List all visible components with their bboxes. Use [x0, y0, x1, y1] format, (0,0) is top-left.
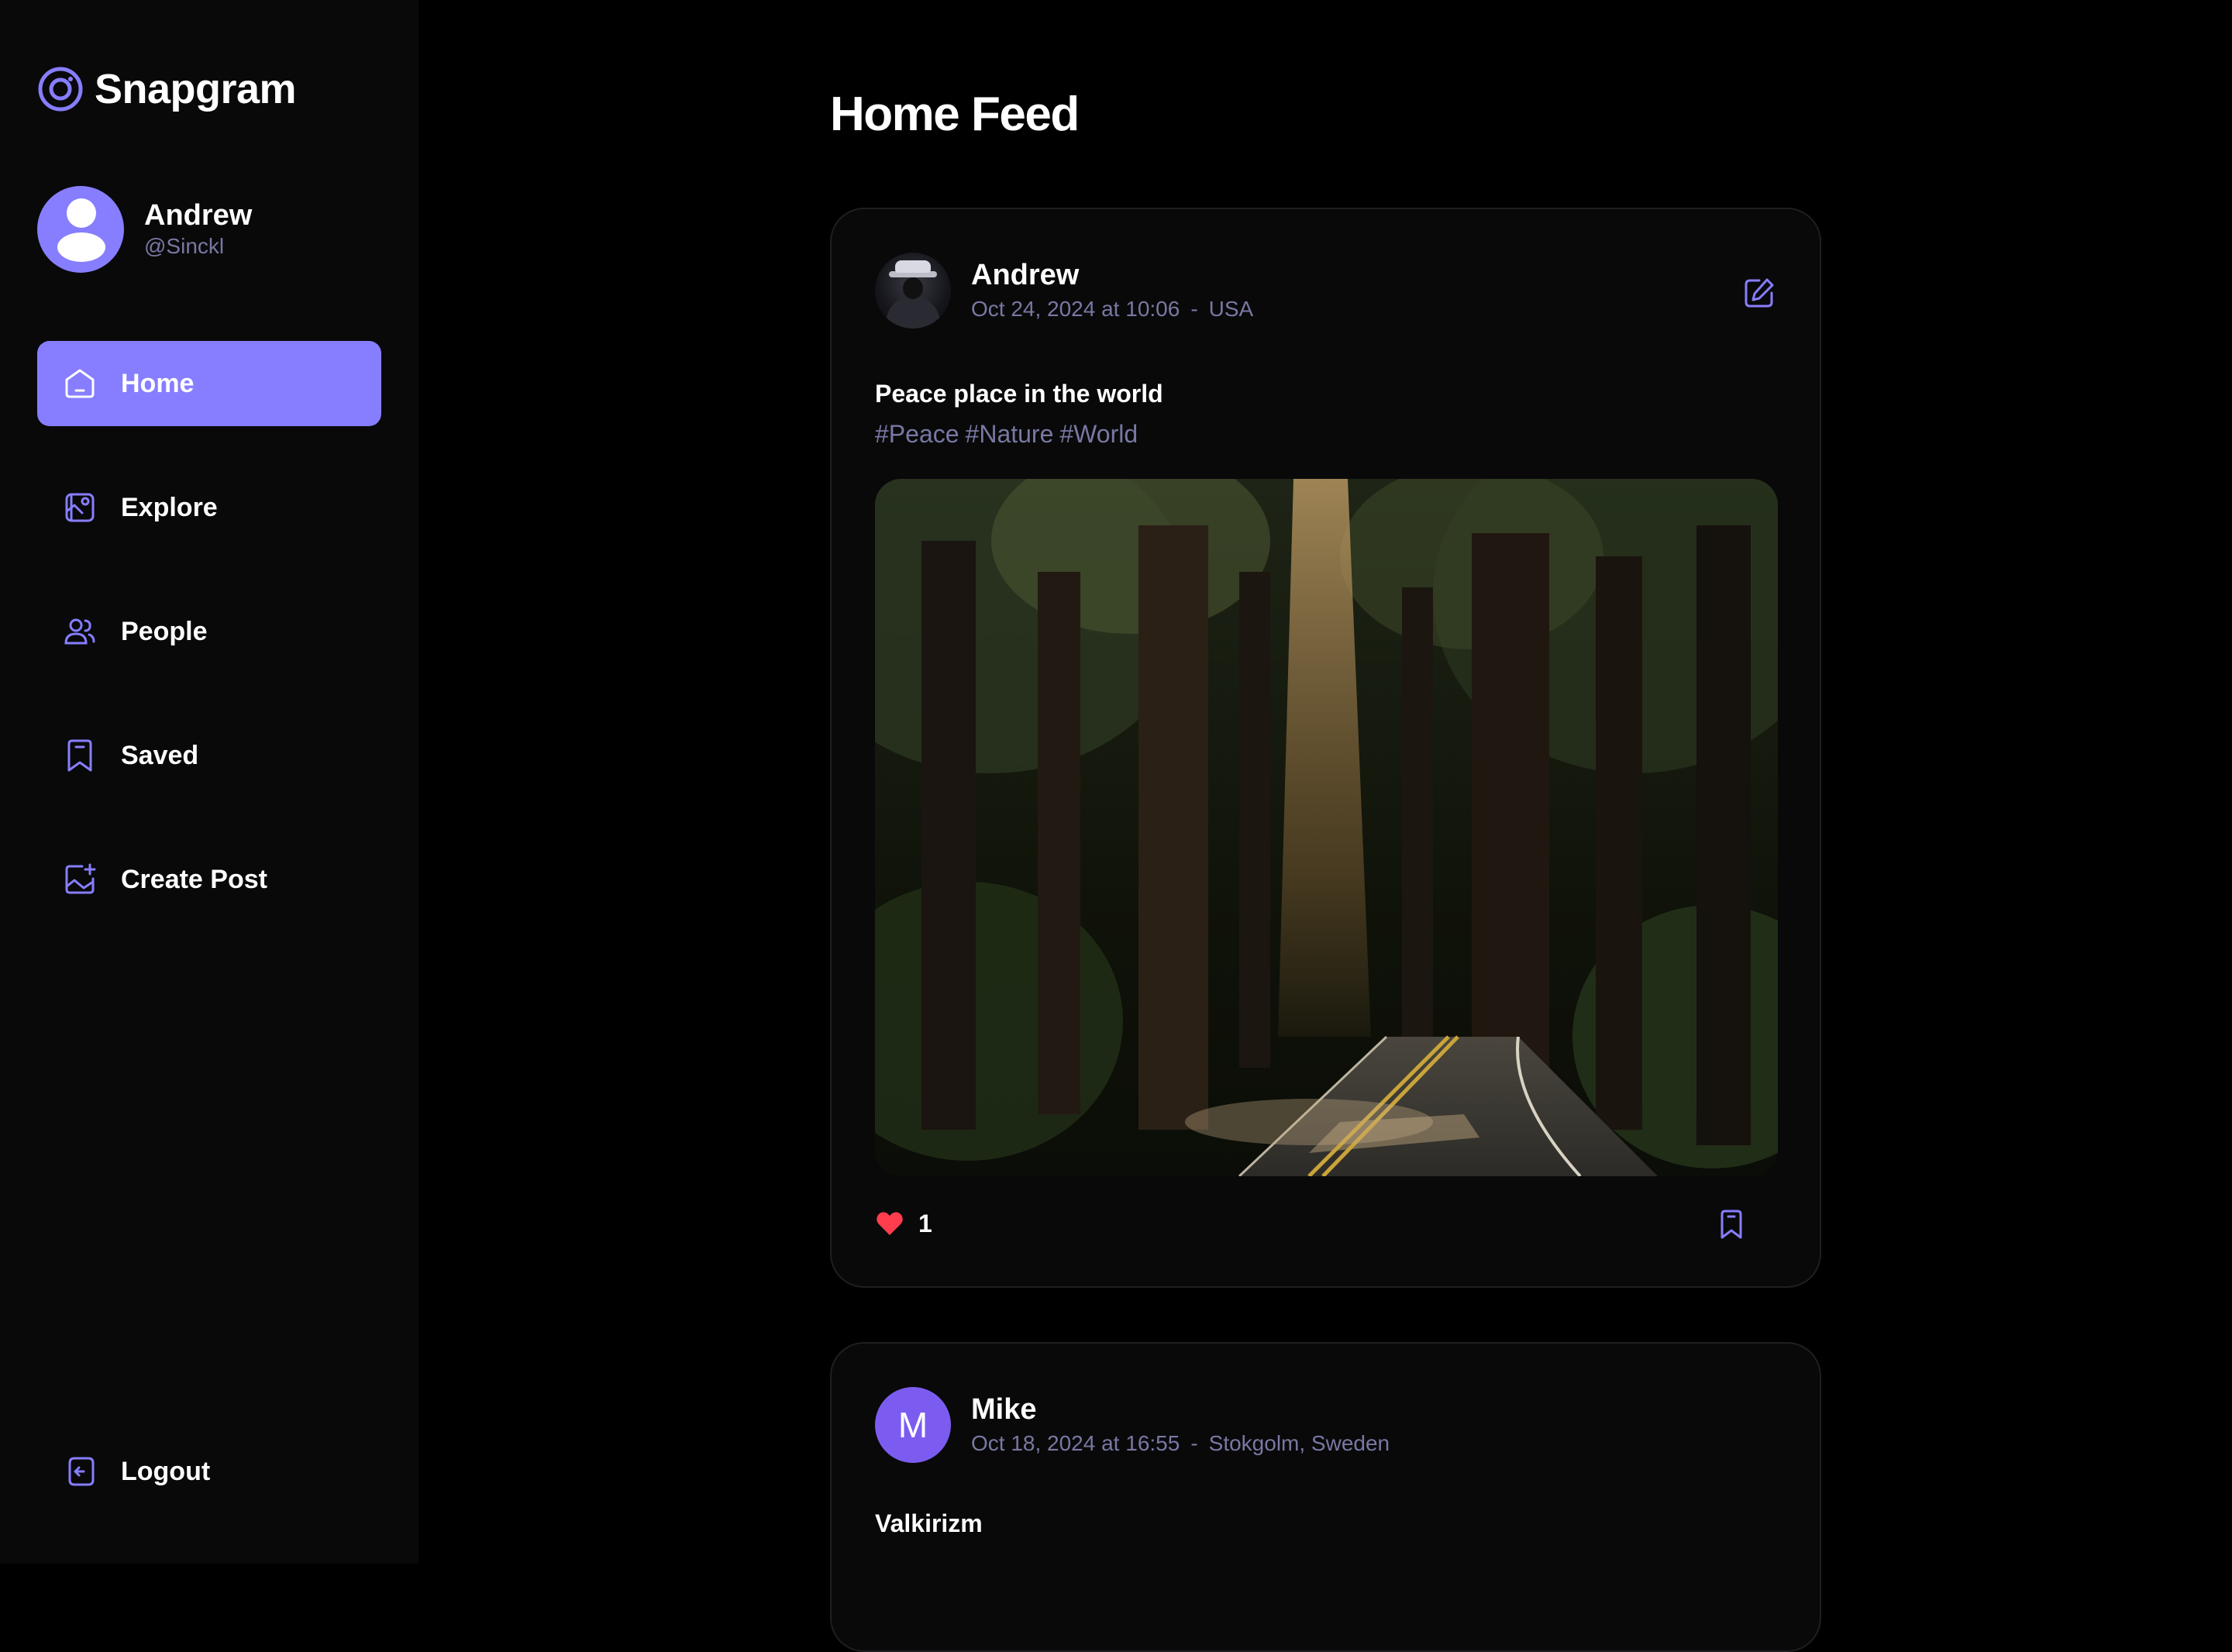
edit-icon	[1742, 276, 1776, 310]
page-title: Home Feed	[830, 88, 1080, 141]
post-header: M Mike Oct 18, 2024 at 16:55- Stokgolm, S…	[875, 1387, 1390, 1463]
logout-label: Logout	[121, 1456, 211, 1486]
app-name: Snapgram	[95, 66, 297, 112]
post-date: Oct 24, 2024 at 10:06	[971, 297, 1180, 321]
sidebar-item-people[interactable]: People	[37, 589, 381, 674]
post-date: Oct 18, 2024 at 16:55	[971, 1431, 1180, 1455]
camera-logo-icon	[37, 66, 84, 112]
sidebar-item-create-post[interactable]: Create Post	[37, 837, 381, 922]
sidebar: Snapgram Andrew @Sinckl Home Explore Peo…	[0, 0, 418, 1564]
create-post-icon	[62, 862, 98, 897]
hashtag[interactable]: #Nature	[966, 420, 1054, 448]
heart-icon	[875, 1209, 904, 1238]
post-card: Andrew Oct 24, 2024 at 10:06- USA Peace p…	[830, 208, 1821, 1288]
user-profile[interactable]: Andrew @Sinckl	[37, 186, 252, 273]
post-header: Andrew Oct 24, 2024 at 10:06- USA	[875, 253, 1253, 329]
sidebar-item-explore[interactable]: Explore	[37, 465, 381, 550]
post-subline: Oct 18, 2024 at 16:55- Stokgolm, Sweden	[971, 1429, 1390, 1458]
profile-name: Andrew	[144, 199, 253, 232]
home-icon	[62, 366, 98, 401]
post-location: USA	[1208, 297, 1254, 321]
avatar[interactable]	[875, 253, 951, 329]
people-icon	[62, 614, 98, 649]
logout-button[interactable]: Logout	[37, 1429, 381, 1514]
like-button[interactable]: 1	[875, 1209, 932, 1238]
post-author[interactable]: Andrew	[971, 257, 1253, 293]
hashtag[interactable]: #World	[1059, 420, 1138, 448]
post-tags: #Peace #Nature #World	[875, 414, 1144, 454]
sidebar-item-label: People	[121, 616, 208, 646]
post-author[interactable]: Mike	[971, 1392, 1390, 1427]
sidebar-item-home[interactable]: Home	[37, 341, 381, 426]
explore-icon	[62, 490, 98, 525]
post-location: Stokgolm, Sweden	[1208, 1431, 1390, 1455]
meta-separator: -	[1190, 297, 1198, 321]
sidebar-item-label: Create Post	[121, 864, 267, 894]
sidebar-item-label: Saved	[121, 740, 199, 770]
meta-separator: -	[1190, 1431, 1198, 1455]
avatar[interactable]: M	[875, 1387, 951, 1463]
sidebar-item-saved[interactable]: Saved	[37, 713, 381, 798]
save-post-button[interactable]	[1716, 1209, 1747, 1240]
bookmark-icon	[1716, 1209, 1747, 1240]
bookmark-icon	[62, 738, 98, 773]
post-image[interactable]	[875, 479, 1778, 1176]
post-subline: Oct 24, 2024 at 10:06- USA	[971, 294, 1253, 324]
app-logo[interactable]: Snapgram	[37, 65, 297, 113]
edit-post-button[interactable]	[1742, 276, 1776, 310]
sidebar-item-label: Home	[121, 368, 195, 398]
post-actions: 1	[875, 1209, 1778, 1248]
post-card: M Mike Oct 18, 2024 at 16:55- Stokgolm, S…	[830, 1342, 1821, 1652]
avatar	[37, 186, 124, 273]
post-caption: Valkirizm	[875, 1509, 983, 1537]
profile-handle: @Sinckl	[144, 234, 225, 258]
hashtag[interactable]: #Peace	[875, 420, 959, 448]
like-count: 1	[918, 1209, 932, 1237]
logout-icon	[62, 1454, 98, 1489]
post-caption: Peace place in the world	[875, 380, 1163, 408]
sidebar-nav: Home Explore People Saved Create Post	[37, 341, 381, 961]
sidebar-item-label: Explore	[121, 492, 218, 522]
